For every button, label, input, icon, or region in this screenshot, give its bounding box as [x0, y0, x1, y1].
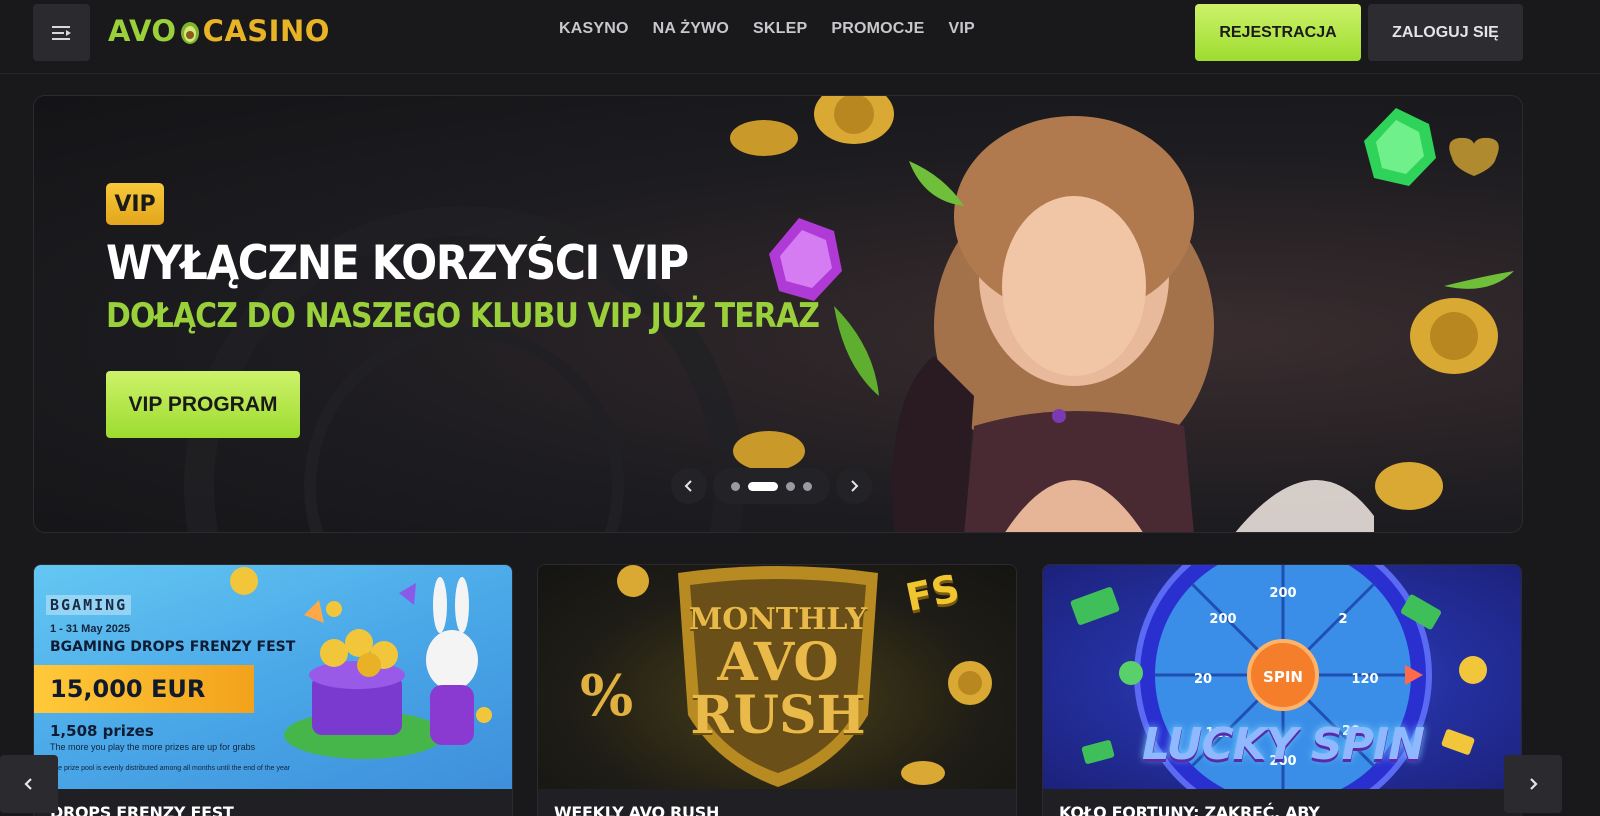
carousel-next-button[interactable] [836, 468, 872, 504]
logo-text-casino: CASINO [202, 14, 330, 48]
promo-tiny-text: The prize pool is evenly distributed amo… [50, 765, 291, 772]
carousel-prev-button[interactable] [671, 468, 707, 504]
login-button[interactable]: ZALOGUJ SIĘ [1368, 4, 1523, 61]
menu-toggle-button[interactable] [33, 4, 90, 61]
nav-item-vip[interactable]: VIP [949, 20, 975, 38]
promo-dates: 1 - 31 May 2025 [50, 623, 131, 635]
chevron-left-icon [684, 480, 692, 492]
carousel-dot-3[interactable] [786, 481, 795, 491]
avo-rush-title: MONTHLY AVO RUSH [538, 604, 1016, 746]
register-button[interactable]: REJESTRACJA [1195, 4, 1361, 61]
chevron-left-icon [24, 778, 32, 790]
nav-item-sklep[interactable]: SKLEP [753, 20, 807, 38]
site-header: AVO CASINO KASYNO NA ŻYWO SKLEP PROMOCJE… [0, 0, 1600, 74]
promo-card-drops-frenzy[interactable]: BGAMING 1 - 31 May 2025 BGAMING DROPS FR… [33, 564, 513, 816]
carousel-dot-4[interactable] [803, 481, 812, 491]
carousel-dot-1[interactable] [731, 481, 740, 491]
nav-item-kasyno[interactable]: KASYNO [559, 20, 629, 38]
main-navigation: KASYNO NA ŻYWO SKLEP PROMOCJE VIP [559, 20, 975, 38]
site-logo[interactable]: AVO CASINO [108, 12, 330, 50]
chevron-right-icon [851, 480, 859, 492]
avo-rush-line3: RUSH [690, 684, 866, 746]
carousel-controls [671, 468, 872, 504]
carousel-dots [713, 468, 830, 504]
promo-card-lucky-spin[interactable]: SPIN 200 2 120 20 200 120 20 200 LUCKY S… [1042, 564, 1522, 816]
promo-image-lucky-spin: SPIN 200 2 120 20 200 120 20 200 LUCKY S… [1043, 565, 1521, 789]
nav-item-promocje[interactable]: PROMOCJE [831, 20, 924, 38]
promos-prev-button[interactable] [0, 755, 58, 813]
bgaming-brand: BGAMING [46, 595, 132, 615]
hero-banner: VIP WYŁĄCZNE KORZYŚCI VIP DOŁĄCZ DO NASZ… [33, 95, 1523, 533]
chevron-right-icon [1530, 778, 1538, 790]
promo-image-drops-frenzy: BGAMING 1 - 31 May 2025 BGAMING DROPS FR… [34, 565, 512, 789]
hamburger-menu-icon [51, 25, 71, 40]
promo-caption: DROPS FRENZY FEST [50, 803, 234, 816]
promo-title: BGAMING DROPS FRENZY FEST [50, 639, 296, 655]
carousel-dot-2[interactable] [748, 481, 778, 491]
vip-badge: VIP [106, 183, 164, 225]
avocado-logo-icon [180, 22, 199, 44]
promo-caption: WEEKLY AVO RUSH [554, 803, 720, 816]
lucky-spin-title: LUCKY SPIN [1141, 719, 1425, 770]
nav-item-na-zywo[interactable]: NA ŻYWO [653, 20, 729, 38]
promo-image-avo-rush: % MONTHLY AVO RUSH FS [538, 565, 1016, 789]
promotions-row: BGAMING 1 - 31 May 2025 BGAMING DROPS FR… [33, 564, 1523, 816]
promo-small-text: The more you play the more prizes are up… [50, 742, 256, 752]
hero-title: WYŁĄCZNE KORZYŚCI VIP [106, 236, 689, 291]
avo-rush-line2: AVO [717, 631, 839, 693]
promos-next-button[interactable] [1504, 755, 1562, 813]
hero-subtitle: DOŁĄCZ DO NASZEGO KLUBU VIP JUŻ TERAZ [106, 296, 820, 336]
promo-caption: KOŁO FORTUNY: ZAKRĘĆ, ABY [1059, 803, 1320, 816]
vip-program-button[interactable]: VIP PROGRAM [106, 371, 300, 438]
promo-card-avo-rush[interactable]: % MONTHLY AVO RUSH FS WEEKLY AVO RUSH [537, 564, 1017, 816]
logo-text-avo: AVO [108, 14, 177, 48]
promo-prize: 15,000 EUR [34, 665, 254, 713]
promo-prizes-count: 1,508 prizes [50, 722, 154, 740]
